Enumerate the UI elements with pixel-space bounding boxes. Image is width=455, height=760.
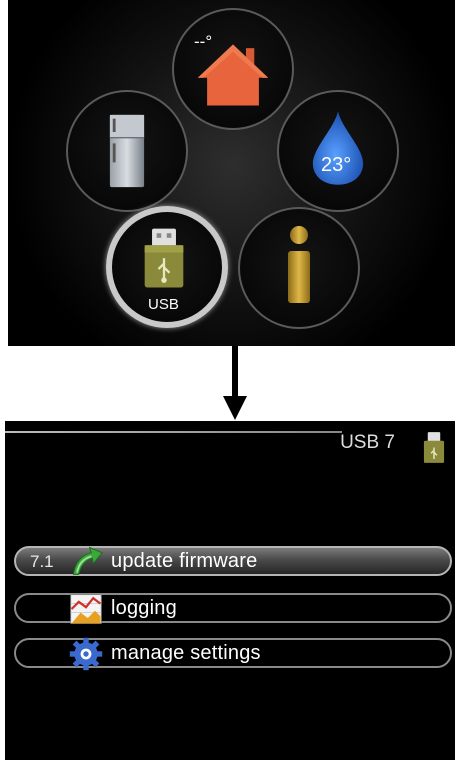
header-line — [5, 431, 342, 433]
menu-item-label: logging — [111, 597, 177, 619]
menu-item-manage-settings[interactable]: manage settings — [14, 637, 452, 671]
green-arrow-icon — [72, 546, 103, 575]
menu-title: USB 7 — [340, 432, 395, 453]
menu-item-update-firmware[interactable]: 7.1 update firmware — [14, 546, 452, 576]
usb-stick-icon — [144, 228, 184, 288]
menu-item-label: update firmware — [111, 550, 258, 572]
usb-menu-screen: USB 7 7.1 update firmware logging manage… — [5, 421, 455, 760]
menu-item-logging[interactable]: logging — [14, 593, 452, 624]
gear-icon — [69, 637, 103, 671]
down-arrow-icon — [223, 346, 247, 420]
main-menu-screen: --° 23° USB — [8, 0, 455, 346]
usb-orb[interactable]: USB — [106, 206, 228, 328]
heating-orb[interactable] — [66, 90, 188, 212]
indoor-climate-orb[interactable]: --° — [172, 8, 294, 130]
menu-item-number: 7.1 — [30, 552, 54, 571]
menu-item-label: manage settings — [111, 642, 261, 664]
tank-icon — [109, 114, 145, 188]
info-icon — [288, 226, 310, 303]
chart-icon — [70, 594, 102, 624]
usb-label: USB — [148, 296, 179, 313]
usb-stick-icon — [423, 432, 445, 463]
hot-water-orb[interactable]: 23° — [277, 90, 399, 212]
house-icon — [197, 44, 269, 106]
info-orb[interactable] — [238, 207, 360, 329]
water-temp-label: 23° — [321, 154, 352, 176]
